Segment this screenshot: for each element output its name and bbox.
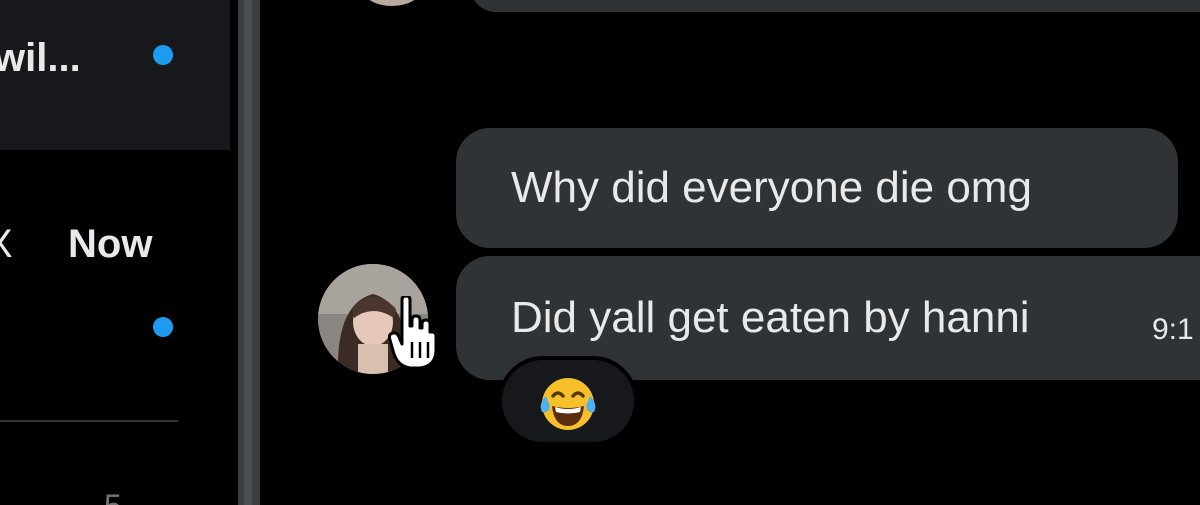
- previous-avatar: [362, 0, 422, 6]
- messages-screen: wil... X Now 5 Why did everyone die omg …: [0, 0, 1200, 505]
- face-with-tears-of-joy-icon: [540, 378, 596, 430]
- unread-indicator: [153, 317, 173, 337]
- conversation-time: Now: [68, 222, 153, 266]
- message-text: Did yall get eaten by hanni: [511, 293, 1030, 342]
- message-timestamp: 9:1: [1152, 313, 1194, 346]
- conversation-row-selected[interactable]: wil...: [0, 0, 230, 150]
- message-text: Why did everyone die omg: [511, 163, 1032, 212]
- conversation-list: wil... X Now 5: [0, 0, 238, 505]
- conversation-x-label: X: [0, 222, 13, 267]
- unread-indicator: [153, 45, 173, 65]
- previous-message-bubble[interactable]: [470, 0, 1200, 12]
- conversation-partial-text: 5: [104, 488, 122, 505]
- conversation-preview: wil...: [0, 36, 81, 80]
- list-divider: [0, 420, 178, 422]
- hand-cursor-icon: [388, 296, 438, 370]
- message-bubble[interactable]: Why did everyone die omg: [456, 128, 1178, 248]
- message-reaction[interactable]: [498, 356, 638, 446]
- scrollbar-track[interactable]: [244, 0, 252, 505]
